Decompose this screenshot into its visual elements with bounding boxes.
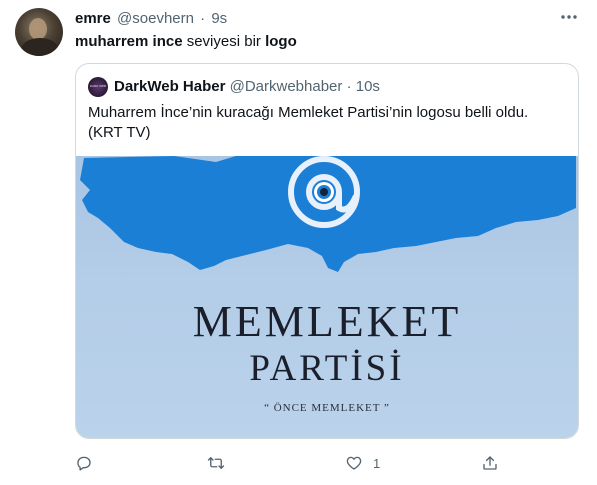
reply-button[interactable] xyxy=(75,452,93,474)
quoted-display-name[interactable]: DarkWeb Haber xyxy=(114,78,225,95)
tweet-text: muharrem ince seviyesi bir logo xyxy=(75,32,297,52)
quoted-time[interactable]: 10s xyxy=(356,78,380,95)
retweet-button[interactable] xyxy=(207,452,225,474)
heart-icon xyxy=(346,456,362,470)
retweet-icon xyxy=(207,457,225,469)
logo-title-line2: PARTİSİ xyxy=(249,348,405,389)
like-button[interactable]: 1 xyxy=(345,452,380,474)
share-icon xyxy=(483,456,497,470)
quoted-tweet[interactable]: DARK WEB DarkWeb Haber @Darkwebhaber · 1… xyxy=(75,63,579,439)
tweet-text-bold-2: logo xyxy=(265,33,297,50)
avatar-shoulders xyxy=(21,38,59,56)
quoted-text: Muharrem İnce’nin kuracağı Memleket Part… xyxy=(88,104,529,141)
author-display-name[interactable]: emre xyxy=(75,10,111,27)
quoted-image[interactable]: MEMLEKET PARTİSİ “ ÖNCE MEMLEKET ” xyxy=(76,156,578,438)
reply-icon xyxy=(77,456,91,471)
share-button[interactable] xyxy=(481,452,499,474)
quoted-handle[interactable]: @Darkwebhaber xyxy=(230,78,343,95)
logo-slogan: “ ÖNCE MEMLEKET ” xyxy=(264,402,390,414)
tweet-header: emre @soevhern · 9s xyxy=(75,9,577,29)
tweet-text-middle: seviyesi bir xyxy=(182,33,266,50)
quoted-avatar-text: DARK WEB xyxy=(89,84,107,88)
avatar-face xyxy=(29,18,47,40)
author-handle[interactable]: @soevhern xyxy=(117,10,194,27)
header-separator: · xyxy=(200,10,206,27)
action-bar: 1 xyxy=(75,452,515,474)
turkey-map-shape xyxy=(80,156,576,272)
quoted-avatar[interactable]: DARK WEB xyxy=(88,77,108,97)
tweet-text-bold-1: muharrem ince xyxy=(75,33,183,50)
tweet-time[interactable]: 9s xyxy=(211,10,227,27)
quoted-header: DarkWeb Haber @Darkwebhaber · 10s xyxy=(114,77,380,97)
more-options-icon[interactable] xyxy=(559,9,579,25)
logo-title-line1: MEMLEKET xyxy=(192,297,462,346)
at-target-core xyxy=(320,188,328,196)
like-count: 1 xyxy=(373,455,381,471)
author-avatar[interactable] xyxy=(15,8,63,56)
quoted-separator: · xyxy=(346,78,352,95)
